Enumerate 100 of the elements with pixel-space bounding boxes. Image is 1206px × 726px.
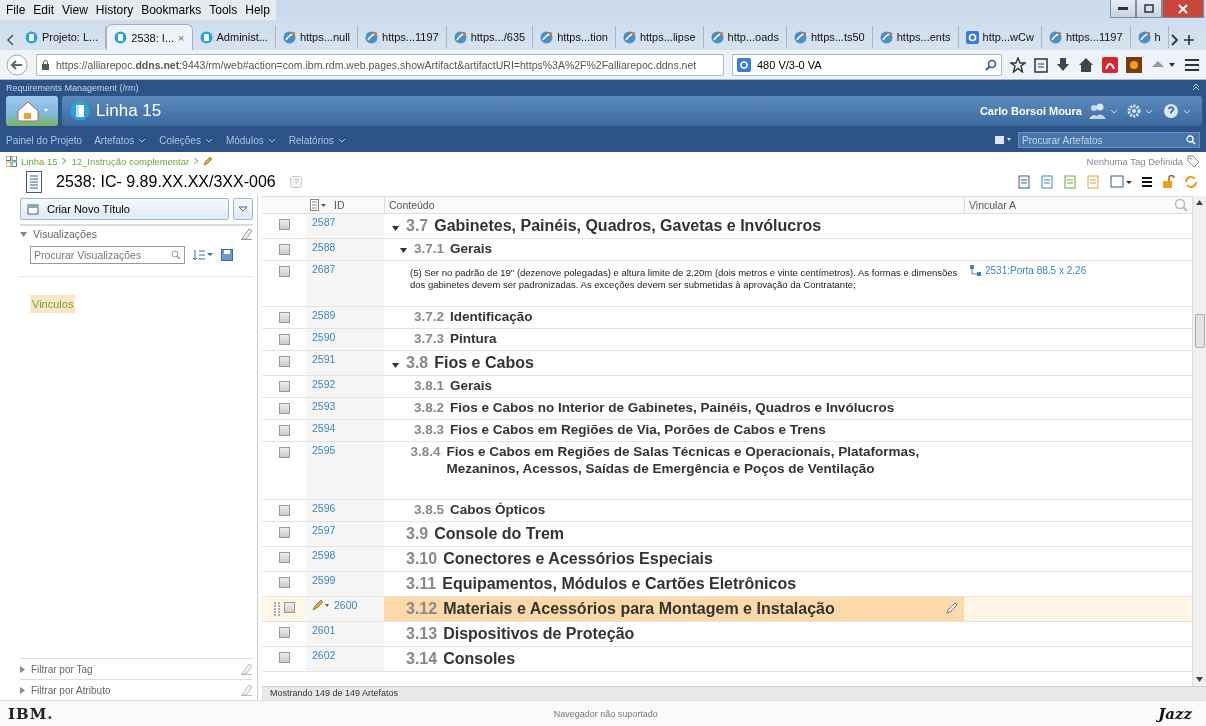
collapse-caret-icon[interactable] [392,363,399,368]
pencil-icon[interactable] [203,156,214,166]
row-checkbox[interactable] [278,312,290,323]
row-checkbox[interactable] [278,334,290,345]
refresh-icon[interactable] [1184,175,1198,189]
artifact-id[interactable]: 2599 [312,574,336,586]
artifact-row[interactable]: 2589 3.7.2 Identificação [262,307,1192,329]
menu-item[interactable]: Bookmarks [141,3,202,17]
row-checkbox[interactable] [278,627,290,638]
download-icon[interactable] [1056,56,1070,73]
artifact-row[interactable] [262,261,1192,307]
nav-menu[interactable]: Painel do Projeto [6,134,83,146]
pencil-icon[interactable] [312,599,330,611]
browser-tab[interactable]: https...1197 [358,26,447,48]
collapse-caret-icon[interactable] [400,248,407,253]
browser-tab[interactable]: https...lipse [615,26,704,48]
nav-menu[interactable]: Artefatos [94,134,148,146]
browser-tab[interactable]: http...oads [703,26,787,48]
artifact-row[interactable]: 2593 3.8.2 Fios e Cabos no Interior de Gabinetes, Painéis, Quadros e Invólucros [262,398,1192,420]
artifact-id[interactable]: 2589 [312,309,336,321]
artifact-id[interactable]: 2600 [334,599,358,611]
search-field[interactable]: 480 V/3-0 VA [732,53,1002,76]
artifact-id[interactable]: 2592 [312,378,336,390]
filter-heading[interactable]: Filtrar por Tag [31,663,93,675]
artifact-row[interactable]: 2594 3.8.3 Fios e Cabos em Regiões de Via, Porões de Cabos e Trens [262,420,1192,442]
browser-tab[interactable]: https...ts50 [786,26,873,48]
artifact-row[interactable]: 2601 3.13 Dispositivos de Proteção [262,622,1192,647]
home-button[interactable] [6,96,58,126]
artifact-id[interactable]: 2598 [312,549,336,561]
column-menu-icon[interactable] [310,199,326,211]
edit-pencil-icon[interactable] [946,602,958,614]
search-icon[interactable] [985,58,997,71]
column-header[interactable]: Conteúdo [389,199,435,211]
browser-tab[interactable]: h [1130,26,1169,48]
artifact-id[interactable]: 2594 [312,422,336,434]
artifact-id[interactable]: 2601 [312,624,336,636]
user-name[interactable]: Carlo Borsoi Moura [979,105,1082,117]
row-checkbox[interactable] [278,425,290,436]
search-icon[interactable] [171,250,181,260]
search-icon[interactable] [1186,135,1196,145]
artifact-row[interactable]: 2595 3.8.4 Fios e Cabos em Regiões de Salas Técnicas e Operacionais, Plataformas, Mezaninos, Acessos, Saídas de Emergência e Poços de Ventilação [262,442,1192,500]
close-button[interactable] [1162,0,1204,18]
row-checkbox[interactable] [278,552,290,563]
restore-button[interactable] [1136,0,1162,18]
browser-tab[interactable]: https...null [275,26,358,48]
toolbar-tool-icon[interactable] [1018,175,1032,189]
nav-menu[interactable]: Coleções [159,134,214,146]
row-checkbox[interactable] [278,527,290,538]
menu-item[interactable]: Help [245,3,270,17]
row-checkbox[interactable] [283,602,295,613]
artifact-row[interactable]: 2596 3.8.5 Cabos Ópticos [262,500,1192,522]
artifact-id[interactable]: 2602 [312,649,336,661]
expand-caret-icon[interactable] [20,665,25,673]
sun-icon[interactable] [1126,56,1142,73]
menu-item[interactable]: History [95,3,134,17]
artifact-row[interactable]: 2590 3.7.3 Pintura [262,329,1192,351]
artifact-row[interactable]: 2598 3.10 Conectores e Acessórios Especiais [262,547,1192,572]
row-checkbox[interactable] [278,244,290,255]
home-icon[interactable] [1078,56,1094,73]
artifact-row[interactable]: 2599 3.11 Equipamentos, Módulos e Cartões Eletrônicos [262,572,1192,597]
linked-artifact-link[interactable]: 2531:Porta 88.5 x 2.26 [985,265,1087,276]
eraser-icon[interactable] [240,684,253,696]
create-title-button[interactable]: Criar Novo Título [20,198,229,220]
artifact-id[interactable]: 2587 [312,216,336,228]
save-icon[interactable] [221,249,233,261]
column-header[interactable]: ID [334,199,345,211]
filter-icon[interactable] [994,134,1012,146]
export-menu-icon[interactable] [1110,175,1132,189]
drag-handle-icon[interactable] [273,602,280,616]
artifact-id[interactable]: 2595 [312,444,336,456]
nav-menu[interactable]: Módulos [225,134,277,146]
filter-heading[interactable]: Filtrar por Atributo [31,684,111,696]
eraser-icon[interactable] [240,663,253,675]
menu-icon[interactable] [1141,176,1153,188]
browser-tab[interactable]: https...ents [872,26,959,48]
scrollbar-thumb[interactable] [1194,314,1205,348]
browser-tab[interactable]: Administ... [192,26,276,48]
scroll-up-icon[interactable] [1196,200,1203,205]
browser-tab[interactable]: https.../635 [446,26,534,48]
artifact-row[interactable]: 2587 3.7 Gabinetes, Painéis, Quadros, Gavetas e Invólucros [262,214,1192,239]
row-checkbox[interactable] [278,447,290,458]
collapse-caret-icon[interactable] [392,226,399,231]
browser-tab[interactable]: https...tion [533,26,616,48]
bookmark-star-icon[interactable] [1010,56,1026,73]
browser-tab[interactable]: https...1197 [1041,26,1131,48]
toolbar-tool-icon[interactable] [1041,175,1055,189]
artifact-id[interactable]: 2588 [312,241,336,253]
row-checkbox[interactable] [278,356,290,367]
column-header[interactable]: Vincular A [969,199,1017,211]
minimize-button[interactable] [1110,0,1136,18]
artifact-row[interactable]: 2588 3.7.1 Gerais [262,239,1192,261]
dropdown-button[interactable] [233,198,253,220]
back-icon[interactable] [6,53,28,76]
menu-item[interactable]: Tools [209,3,238,17]
menu-item[interactable]: Edit [33,3,55,17]
artifact-row[interactable]: 2600 3.12 Materiais e Acessórios para Montagem e Instalação [262,597,1192,622]
eraser-icon[interactable] [240,228,253,240]
sort-list-icon[interactable] [193,249,213,261]
url-field[interactable]: https://alliarepoc.ddns.net:9443/rm/web#action=com.ibm.rdm.web.pages.showArtifact&artifactURI=https%3A%2F%2Falliarepoc.ddns.net [36,53,724,76]
artifact-id[interactable]: 2596 [312,502,336,514]
